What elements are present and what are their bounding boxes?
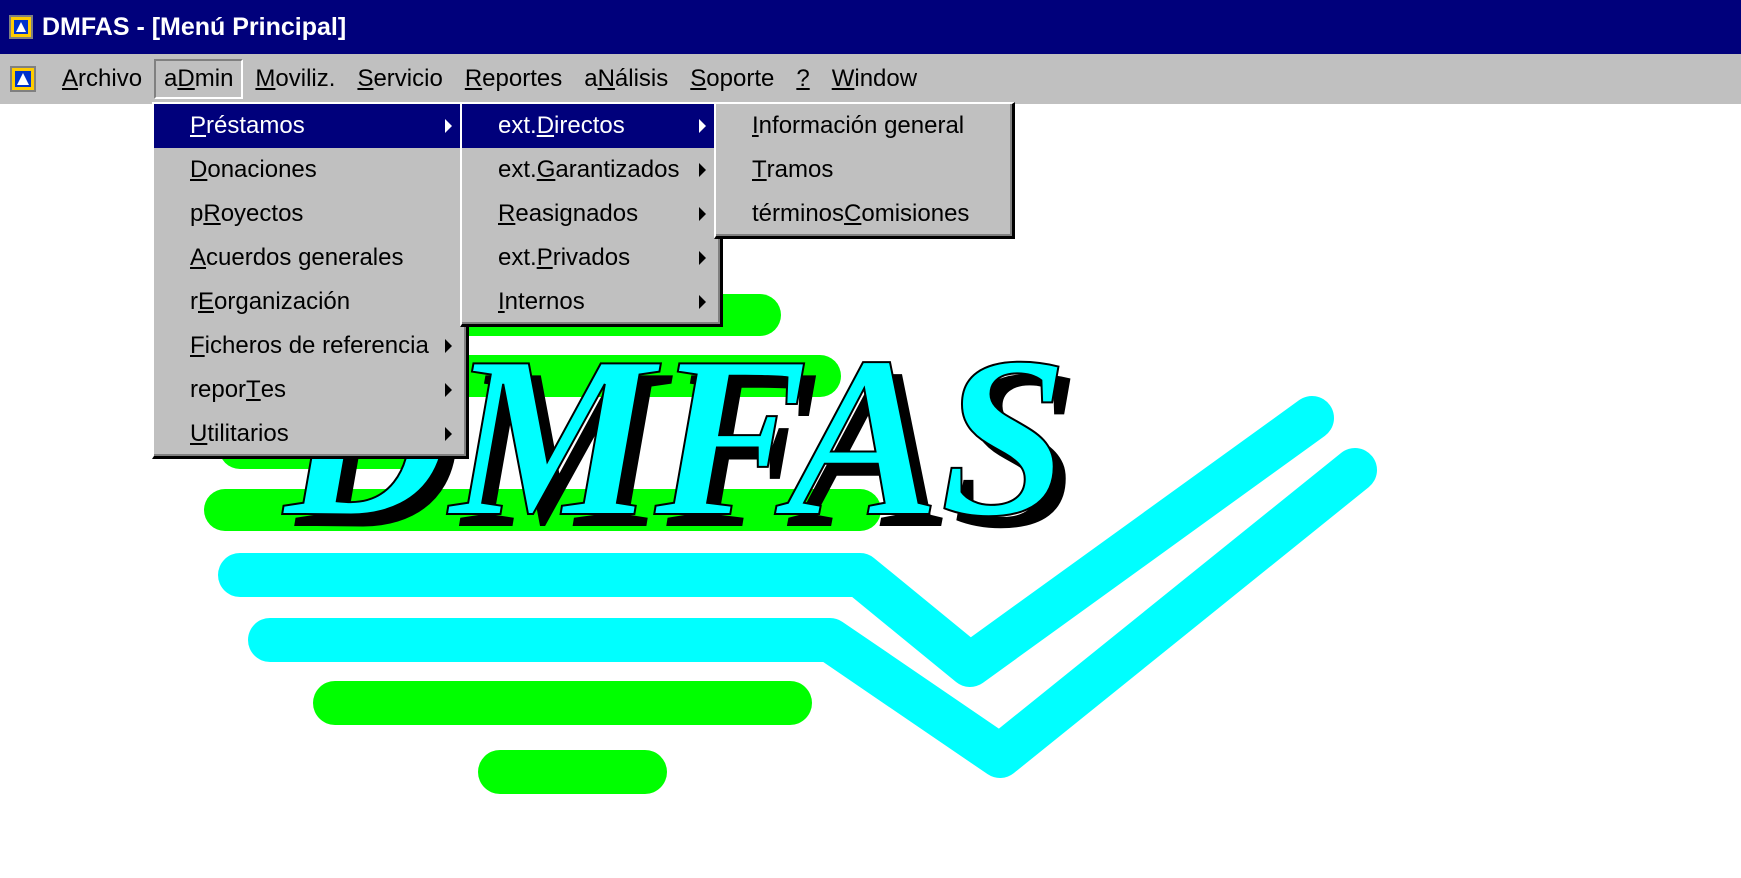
menu-item-ext-privados[interactable]: ext. Privados bbox=[462, 236, 720, 280]
document-icon[interactable] bbox=[8, 64, 38, 94]
window-title: DMFAS - [Menú Principal] bbox=[42, 12, 347, 41]
app-icon bbox=[9, 15, 33, 39]
menu-item-informacion-general[interactable]: Información general bbox=[716, 104, 1012, 148]
menu-item-donaciones[interactable]: Donaciones bbox=[154, 148, 466, 192]
menu-item-internos[interactable]: Internos bbox=[462, 280, 720, 324]
menu-item-terminos-comisiones[interactable]: términos Comisiones bbox=[716, 192, 1012, 236]
menu-admin[interactable]: aDmin bbox=[154, 59, 244, 99]
menu-item-ext-directos[interactable]: ext. Directos bbox=[462, 104, 720, 148]
title-bar: DMFAS - [Menú Principal] bbox=[0, 0, 1741, 54]
menu-moviliz[interactable]: Moviliz. bbox=[245, 59, 345, 99]
menu-item-reportes[interactable]: repor Tes bbox=[154, 368, 466, 412]
menu-servicio[interactable]: Servicio bbox=[347, 59, 452, 99]
submenu-arrow-icon bbox=[699, 163, 706, 177]
menu-analisis[interactable]: aNálisis bbox=[574, 59, 678, 99]
submenu-arrow-icon bbox=[699, 295, 706, 309]
prestamos-submenu: ext. Directos ext. Garantizados Reasigna… bbox=[460, 102, 723, 327]
menu-item-acuerdos-generales[interactable]: Acuerdos generales bbox=[154, 236, 466, 280]
menu-item-tramos[interactable]: Tramos bbox=[716, 148, 1012, 192]
submenu-arrow-icon bbox=[445, 383, 452, 397]
menu-archivo[interactable]: Archivo bbox=[52, 59, 152, 99]
menu-item-reasignados[interactable]: Reasignados bbox=[462, 192, 720, 236]
menu-window[interactable]: Window bbox=[822, 59, 927, 99]
submenu-arrow-icon bbox=[699, 251, 706, 265]
menu-reportes[interactable]: Reportes bbox=[455, 59, 572, 99]
menu-help[interactable]: ? bbox=[786, 59, 819, 99]
menu-item-ficheros-de-referencia[interactable]: Ficheros de referencia bbox=[154, 324, 466, 368]
menu-item-proyectos[interactable]: p Royectos bbox=[154, 192, 466, 236]
menu-item-prestamos[interactable]: Préstamos bbox=[154, 104, 466, 148]
submenu-arrow-icon bbox=[699, 207, 706, 221]
menu-item-reorganizacion[interactable]: r Eorganización bbox=[154, 280, 466, 324]
submenu-arrow-icon bbox=[445, 427, 452, 441]
submenu-arrow-icon bbox=[445, 339, 452, 353]
menu-bar: Archivo aDmin Moviliz. Servicio Reportes… bbox=[0, 54, 1741, 104]
menu-soporte[interactable]: Soporte bbox=[680, 59, 784, 99]
menu-item-utilitarios[interactable]: Utilitarios bbox=[154, 412, 466, 456]
directos-submenu: Información general Tramos términos Comi… bbox=[714, 102, 1015, 239]
menu-item-ext-garantizados[interactable]: ext. Garantizados bbox=[462, 148, 720, 192]
submenu-arrow-icon bbox=[445, 119, 452, 133]
submenu-arrow-icon bbox=[699, 119, 706, 133]
admin-dropdown: Préstamos Donaciones p Royectos Acuerdos … bbox=[152, 102, 469, 459]
